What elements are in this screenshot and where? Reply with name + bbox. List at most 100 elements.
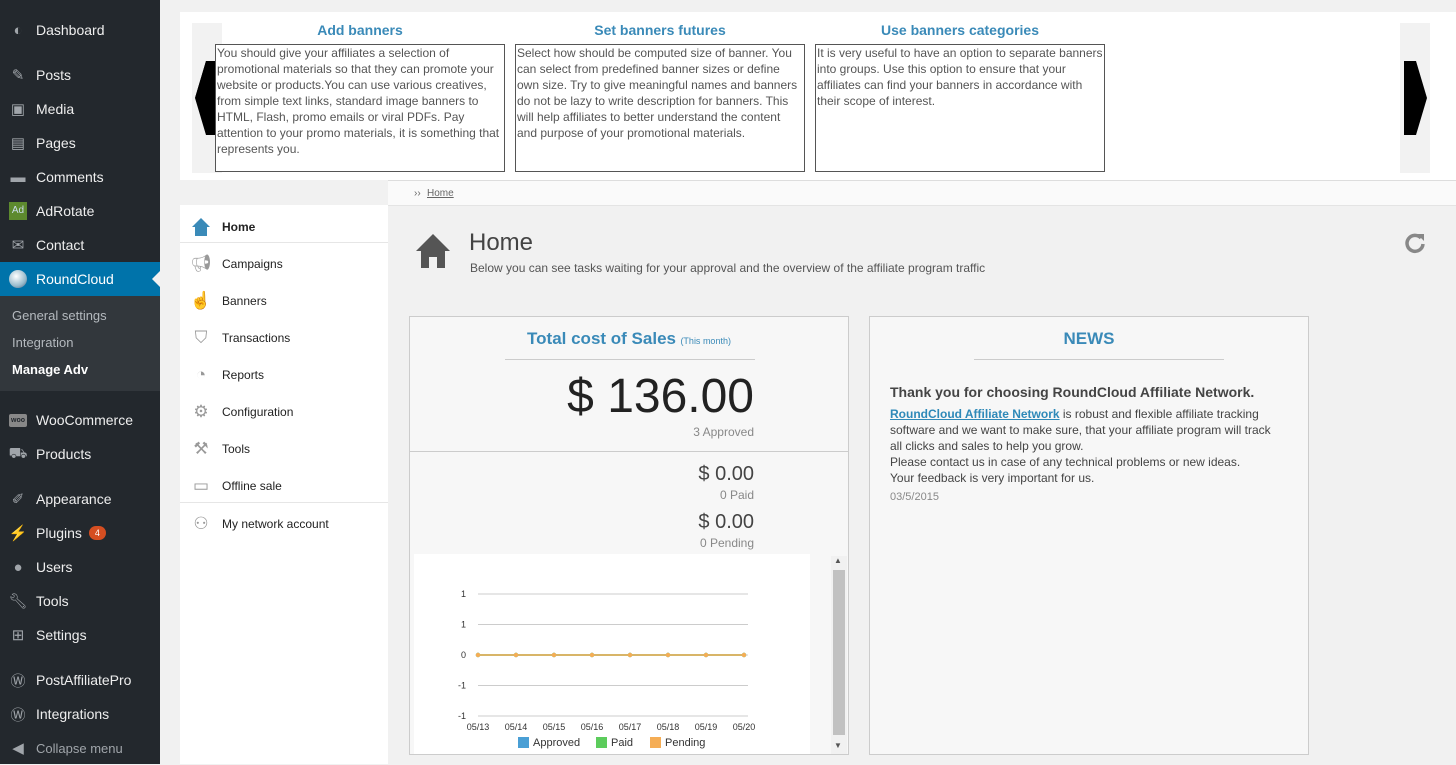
- menu-comments[interactable]: ▬ Comments: [0, 160, 160, 194]
- wrench-icon: 🔧︎: [8, 593, 28, 610]
- feature-title: Set banners futures: [594, 22, 726, 38]
- news-heading: Thank you for choosing RoundCloud Affili…: [890, 384, 1255, 400]
- nav-divider: [180, 502, 388, 503]
- menu-label: Appearance: [36, 491, 112, 507]
- news-panel: NEWS Thank you for choosing RoundCloud A…: [869, 316, 1309, 755]
- menu-tools[interactable]: 🔧︎ Tools: [0, 584, 160, 618]
- affiliate-nav: Home 📢︎ Campaigns ☝ Banners ⛉ Transactio…: [180, 205, 388, 764]
- data-point-pending: [513, 652, 519, 658]
- sales-chart: 1 1 0 -1 -1 05/13 05/14 05/15 05/16 05/17 05/18 05/…: [414, 554, 810, 754]
- collapse-arrow-icon: ◀: [12, 740, 24, 757]
- nav-divider: [180, 242, 388, 243]
- menu-label: Posts: [36, 67, 72, 83]
- nav-banners[interactable]: ☝ Banners: [180, 282, 388, 319]
- refresh-button[interactable]: [1403, 231, 1427, 260]
- wordpress-icon: Ⓦ: [10, 672, 26, 690]
- offline-sale-icon: ▭: [192, 475, 210, 495]
- woocommerce-icon: woo: [0, 413, 36, 427]
- section-divider: [410, 451, 848, 452]
- menu-label: Settings: [36, 627, 87, 643]
- feature-title: Add banners: [317, 22, 403, 38]
- pending-count: 0 Pending: [699, 536, 754, 550]
- menu-contact[interactable]: ✉ Contact: [0, 228, 160, 262]
- submenu-integration[interactable]: Integration: [12, 335, 73, 350]
- scroll-up-icon[interactable]: ▲: [834, 556, 842, 565]
- nav-tools[interactable]: ⚒ Tools: [180, 430, 388, 467]
- menu-products[interactable]: ⛟ Products: [0, 437, 160, 471]
- sales-title: Total cost of Sales: [527, 329, 676, 348]
- sales-period: (This month): [680, 336, 731, 346]
- data-point-pending: [665, 652, 671, 658]
- roundcloud-icon: [0, 270, 36, 288]
- legend-label: Approved: [533, 737, 580, 749]
- menu-integrations[interactable]: Ⓦ Integrations: [0, 697, 160, 731]
- data-point-pending: [551, 652, 557, 658]
- y-tick-label: -1: [458, 711, 466, 721]
- feature-description: It is very useful to have an option to s…: [815, 44, 1105, 172]
- nav-label: Configuration: [222, 404, 294, 419]
- data-point-pending: [589, 652, 595, 658]
- nav-offline-sale[interactable]: ▭ Offline sale: [180, 467, 388, 504]
- nav-transactions[interactable]: ⛉ Transactions: [180, 319, 388, 356]
- data-point-pending: [475, 652, 481, 658]
- y-tick-label: 0: [461, 650, 466, 660]
- y-tick-label: 1: [461, 620, 466, 630]
- nav-label: My network account: [222, 516, 329, 531]
- gear-icon: ⚙: [193, 401, 209, 421]
- scroll-down-icon[interactable]: ▼: [834, 741, 842, 750]
- x-tick-label: 05/16: [581, 722, 604, 732]
- nav-reports[interactable]: ◔ Reports: [180, 356, 388, 393]
- comment-icon: ▬: [10, 168, 26, 186]
- breadcrumb-home-link[interactable]: Home: [427, 188, 454, 199]
- sales-panel: Total cost of Sales (This month) $ 136.0…: [409, 316, 849, 755]
- wordpress-icon: Ⓦ: [10, 706, 26, 724]
- data-point-pending: [627, 652, 633, 658]
- y-tick-label: -1: [458, 681, 466, 691]
- collapse-menu-button[interactable]: ◀ Collapse menu: [0, 731, 160, 765]
- plugins-update-badge: 4: [88, 526, 106, 540]
- menu-appearance[interactable]: ✐ Appearance: [0, 482, 160, 516]
- cart-icon: ⛟: [8, 444, 28, 462]
- plugin-icon: ⚡: [8, 525, 28, 542]
- scrollbar-thumb[interactable]: [833, 570, 845, 735]
- news-title: NEWS: [1063, 329, 1115, 348]
- refresh-icon: [1405, 233, 1425, 254]
- nav-my-network-account[interactable]: ⚇ My network account: [180, 505, 388, 542]
- collapse-label: Collapse menu: [36, 740, 123, 756]
- page-home-icon: [415, 232, 451, 275]
- pie-chart-icon: ◔: [195, 364, 207, 384]
- menu-adrotate[interactable]: Ad AdRotate: [0, 194, 160, 228]
- page-title: Home: [469, 229, 534, 256]
- nav-campaigns[interactable]: 📢︎ Campaigns: [180, 245, 388, 282]
- submenu-general-settings[interactable]: General settings: [12, 308, 107, 323]
- envelope-icon: ✉: [11, 237, 25, 254]
- sales-total: $ 136.00: [567, 370, 754, 423]
- hand-pointer-icon: ☝: [190, 290, 212, 310]
- legend-label: Pending: [665, 737, 705, 749]
- basket-icon: ⛉: [194, 327, 208, 347]
- nav-home[interactable]: Home: [180, 208, 388, 245]
- tools-icon: ⚒: [193, 438, 209, 458]
- legend-swatch-paid: [596, 737, 607, 748]
- menu-dashboard[interactable]: ◐ Dashboard: [0, 13, 160, 47]
- breadcrumb-separator: ››: [414, 188, 421, 199]
- menu-pages[interactable]: ▤ Pages: [0, 126, 160, 160]
- brush-icon: ✐: [11, 491, 25, 508]
- news-network-link[interactable]: RoundCloud Affiliate Network: [890, 407, 1060, 421]
- menu-users[interactable]: ● Users: [0, 550, 160, 584]
- carousel-next-button[interactable]: [1400, 23, 1430, 173]
- menu-woocommerce[interactable]: woo WooCommerce: [0, 403, 160, 437]
- nav-label: Campaigns: [222, 256, 283, 271]
- menu-settings[interactable]: ⊞ Settings: [0, 618, 160, 652]
- menu-posts[interactable]: ✎ Posts: [0, 58, 160, 92]
- menu-roundcloud[interactable]: RoundCloud: [0, 262, 160, 296]
- data-point-pending: [703, 652, 709, 658]
- news-feedback-text: Your feedback is very important for us.: [890, 471, 1095, 485]
- menu-media[interactable]: ▣ Media: [0, 92, 160, 126]
- chart-scrollbar[interactable]: ▲ ▼: [831, 556, 847, 754]
- submenu-manage-adv[interactable]: Manage Adv: [12, 362, 88, 377]
- nav-configuration[interactable]: ⚙ Configuration: [180, 393, 388, 430]
- home-icon: [180, 217, 222, 237]
- menu-postaffiliatepro[interactable]: Ⓦ PostAffiliatePro: [0, 663, 160, 697]
- menu-plugins[interactable]: ⚡ Plugins 4: [0, 516, 160, 550]
